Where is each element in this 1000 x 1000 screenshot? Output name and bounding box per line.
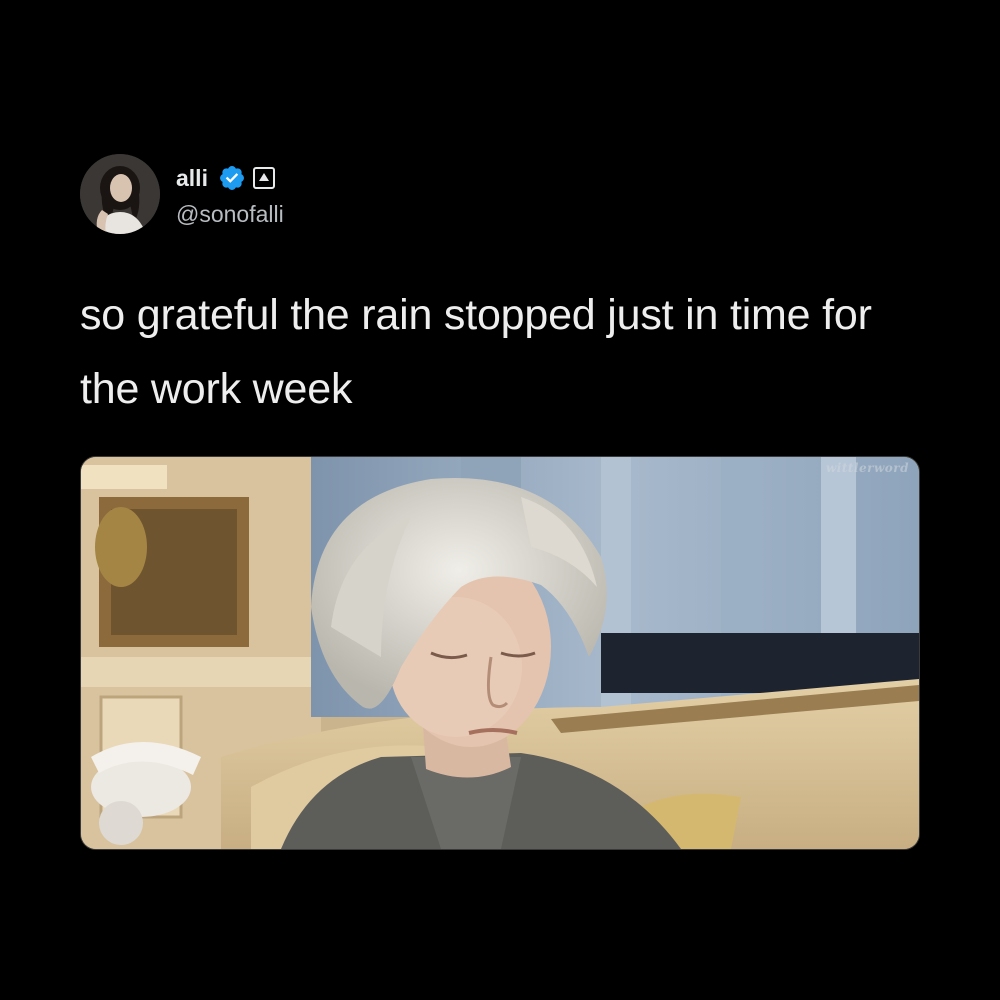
tweet-text: so grateful the rain stopped just in tim… (80, 291, 872, 413)
tweet-author: alli @sonofalli (80, 152, 284, 236)
display-name[interactable]: alli (176, 163, 208, 193)
avatar-photo-icon (80, 154, 160, 234)
author-names: alli @sonofalli (176, 154, 284, 234)
verified-badge-icon (218, 164, 246, 192)
gif-still-image (81, 457, 919, 849)
media-watermark: wittlerword (825, 461, 909, 475)
tweet-media[interactable]: wittlerword (80, 456, 920, 850)
name-row: alli (176, 159, 284, 197)
affiliate-badge-icon (252, 166, 276, 190)
author-handle[interactable]: @sonofalli (176, 199, 284, 229)
avatar[interactable] (80, 154, 160, 234)
tweet-card: alli @sonofalli so grateful the rain sto… (0, 0, 1000, 1000)
